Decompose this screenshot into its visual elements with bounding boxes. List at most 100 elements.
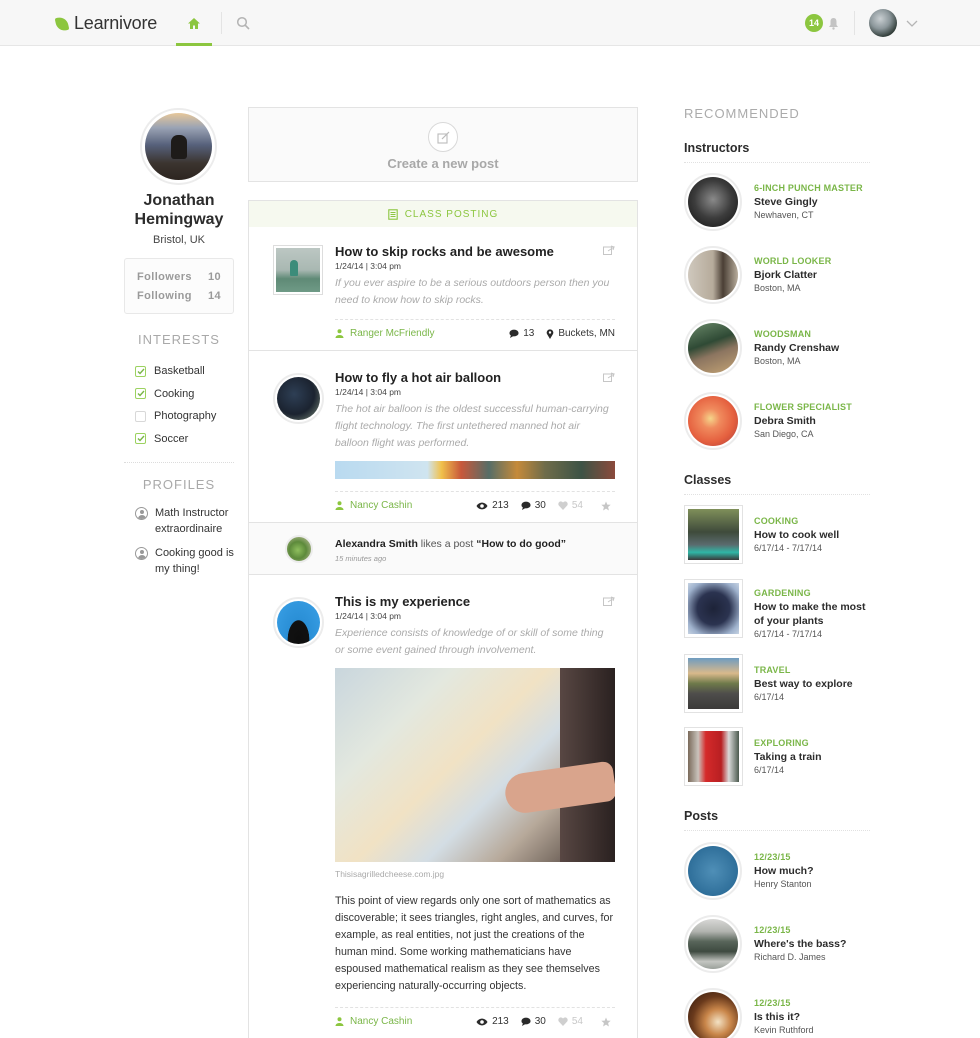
instructor-avatar[interactable]: [684, 319, 742, 377]
avatar-image: [277, 601, 320, 644]
share-icon[interactable]: [603, 372, 615, 382]
post-title[interactable]: Is this it?: [754, 1010, 814, 1024]
user-circle-icon: [135, 547, 148, 560]
brand-logo[interactable]: Learnivore: [54, 13, 158, 34]
instructor-avatar[interactable]: [684, 173, 742, 231]
post-thumbnail-image: [276, 248, 320, 292]
post-thumbnail[interactable]: [684, 915, 742, 973]
instructor-name[interactable]: Steve Gingly: [754, 195, 863, 209]
post-title[interactable]: This is my experience: [335, 593, 615, 610]
instructor-name[interactable]: Bjork Clatter: [754, 268, 831, 282]
post-date: 12/23/15: [754, 852, 791, 862]
nav-home-tab[interactable]: [176, 0, 212, 46]
instructor-name[interactable]: Debra Smith: [754, 414, 852, 428]
recommended-heading: RECOMMENDED: [684, 106, 800, 121]
avatar-image: [688, 177, 738, 227]
instructor-location: San Diego, CA: [754, 429, 814, 439]
class-title[interactable]: Taking a train: [754, 750, 822, 764]
following-stat[interactable]: Following 14: [137, 287, 221, 306]
activity-item: Alexandra Smith likes a post “How to do …: [249, 523, 637, 575]
class-thumbnail[interactable]: [684, 505, 743, 564]
instructor-name[interactable]: Randy Crenshaw: [754, 341, 839, 355]
classes-heading: Classes: [684, 473, 870, 495]
post-image: [688, 846, 738, 896]
comment-icon: [509, 329, 519, 338]
class-title[interactable]: Best way to explore: [754, 677, 853, 691]
favorite-button[interactable]: [601, 501, 615, 511]
activity-time: 15 minutes ago: [335, 554, 387, 563]
interest-checkbox[interactable]: [135, 410, 146, 422]
post-image[interactable]: [335, 461, 615, 479]
comment-count[interactable]: 30: [521, 1016, 546, 1027]
create-post-button[interactable]: Create a new post: [248, 107, 638, 182]
interest-item[interactable]: Basketball: [135, 360, 235, 383]
interest-checkbox[interactable]: [135, 433, 146, 445]
notifications-button[interactable]: [826, 14, 840, 32]
class-title[interactable]: How to make the most of your plants: [754, 600, 874, 628]
share-icon[interactable]: [603, 596, 615, 606]
post-title[interactable]: How to skip rocks and be awesome: [335, 243, 615, 260]
class-title[interactable]: How to cook well: [754, 528, 839, 542]
post-author[interactable]: Nancy Cashin: [335, 1016, 464, 1027]
instructor-avatar[interactable]: [684, 246, 742, 304]
post-author-avatar[interactable]: [273, 597, 324, 648]
favorite-button[interactable]: [601, 1017, 615, 1027]
brand-name: Learnivore: [74, 13, 158, 33]
interest-label: Cooking: [154, 387, 195, 400]
post-title[interactable]: How much?: [754, 864, 814, 878]
post-thumbnail[interactable]: [273, 245, 323, 295]
avatar-image: [688, 323, 738, 373]
interest-item[interactable]: Cooking: [135, 383, 235, 406]
interest-item[interactable]: Soccer: [135, 428, 235, 451]
instructor-location: Boston, MA: [754, 356, 801, 366]
followers-stat[interactable]: Followers 10: [137, 268, 221, 287]
post-excerpt: Experience consists of knowledge of or s…: [335, 627, 604, 656]
comment-count[interactable]: 30: [521, 500, 546, 511]
profile-link[interactable]: Math Instructor extraordinaire: [135, 505, 235, 537]
post-author[interactable]: Ranger McFriendly: [335, 328, 497, 339]
interests-list: Basketball Cooking Photography Soccer: [135, 360, 235, 450]
class-posting-banner: CLASS POSTING: [249, 201, 637, 227]
post-image[interactable]: [335, 668, 615, 862]
instructor-avatar[interactable]: [684, 392, 742, 450]
class-dates: 6/17/14 - 7/17/14: [754, 629, 823, 639]
class-thumbnail[interactable]: [684, 579, 743, 638]
class-thumbnail[interactable]: [684, 654, 743, 713]
post-title[interactable]: Where's the bass?: [754, 937, 846, 951]
activity-avatar[interactable]: [285, 535, 313, 563]
following-label: Following: [137, 290, 192, 302]
user-avatar[interactable]: [869, 9, 897, 37]
activity-target[interactable]: “How to do good”: [476, 538, 566, 550]
nav-search-button[interactable]: [232, 12, 254, 34]
comment-count[interactable]: 13: [509, 328, 534, 339]
instructor-tag: 6-INCH PUNCH MASTER: [754, 183, 863, 193]
interest-item[interactable]: Photography: [135, 405, 235, 428]
share-icon[interactable]: [603, 245, 615, 255]
post-thumbnail[interactable]: [684, 988, 742, 1038]
recommended-post-info: 12/23/15 Where's the bass? Richard D. Ja…: [754, 924, 846, 963]
like-button[interactable]: 54: [558, 500, 583, 511]
like-button[interactable]: 54: [558, 1016, 583, 1027]
eye-icon: [476, 1018, 488, 1025]
class-thumbnail[interactable]: [684, 727, 743, 786]
feed-post: This is my experience 1/24/14 | 3:04 pm …: [249, 575, 637, 1038]
post-author-avatar[interactable]: [273, 373, 324, 424]
recommended-post-info: 12/23/15 Is this it? Kevin Ruthford: [754, 997, 814, 1036]
interest-checkbox[interactable]: [135, 365, 146, 377]
instructor-info: WORLD LOOKER Bjork Clatter Boston, MA: [754, 255, 831, 294]
heart-icon: [558, 1017, 568, 1026]
activity-user[interactable]: Alexandra Smith: [335, 538, 418, 550]
class-posting-label: CLASS POSTING: [404, 208, 499, 220]
notification-count-badge[interactable]: 14: [805, 14, 823, 32]
interest-checkbox[interactable]: [135, 388, 146, 400]
instructor-info: WOODSMAN Randy Crenshaw Boston, MA: [754, 328, 839, 367]
profile-link[interactable]: Cooking good is my thing!: [135, 545, 235, 577]
post-location: Buckets, MN: [546, 328, 615, 339]
post-author[interactable]: Nancy Cashin: [335, 500, 464, 511]
interests-heading: INTERESTS: [138, 332, 220, 347]
post-thumbnail[interactable]: [684, 842, 742, 900]
post-location-value: Buckets, MN: [558, 328, 615, 339]
profile-avatar[interactable]: [140, 108, 217, 185]
post-title[interactable]: How to fly a hot air balloon: [335, 369, 615, 386]
chevron-down-icon[interactable]: [905, 16, 919, 30]
